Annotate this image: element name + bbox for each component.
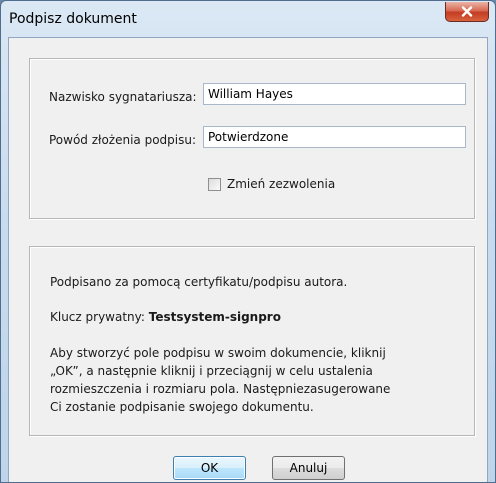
signature-info-group: Podpisano za pomocą certyfikatu/podpisu … [29,246,475,436]
dialog-title: Podpisz dokument [9,11,137,27]
close-icon [461,6,473,17]
title-bar[interactable]: Podpisz dokument [1,1,495,37]
instructions-line: rozmieszczenia i rozmiaru pola. Następni… [50,382,391,396]
instructions-text: Aby stworzyć pole podpisu w swoim dokume… [50,344,460,416]
dialog-content: Nazwisko sygnatariusza: Powód złożenia p… [8,37,488,482]
private-key-value: Testsystem-signpro [148,310,281,324]
signature-settings-group: Nazwisko sygnatariusza: Powód złożenia p… [29,58,475,219]
cancel-button[interactable]: Anuluj [272,456,345,480]
certificate-text: Podpisano za pomocą certyfikatu/podpisu … [50,275,348,289]
ok-button[interactable]: OK [173,456,246,480]
instructions-line: Aby stworzyć pole podpisu w swoim dokume… [50,346,386,360]
private-key-line: Klucz prywatny: Testsystem-signpro [50,308,460,326]
close-button[interactable] [445,2,489,22]
sign-document-dialog: Podpisz dokument Nazwisko sygnatariusza:… [0,0,496,483]
private-key-label: Klucz prywatny: [50,310,145,324]
change-permissions-checkbox[interactable] [208,178,221,191]
instructions-line: „OK”, a następnie kliknij i przeciągnij … [50,364,373,378]
signing-reason-input[interactable] [203,126,466,148]
signer-name-input[interactable] [203,83,466,105]
signer-name-label: Nazwisko sygnatariusza: [49,90,197,104]
change-permissions-label[interactable]: Zmień zezwolenia [227,177,335,191]
instructions-line: Ci zostanie podpisanie swojego dokumentu… [50,400,314,414]
signing-reason-label: Powód złożenia podpisu: [49,133,197,147]
